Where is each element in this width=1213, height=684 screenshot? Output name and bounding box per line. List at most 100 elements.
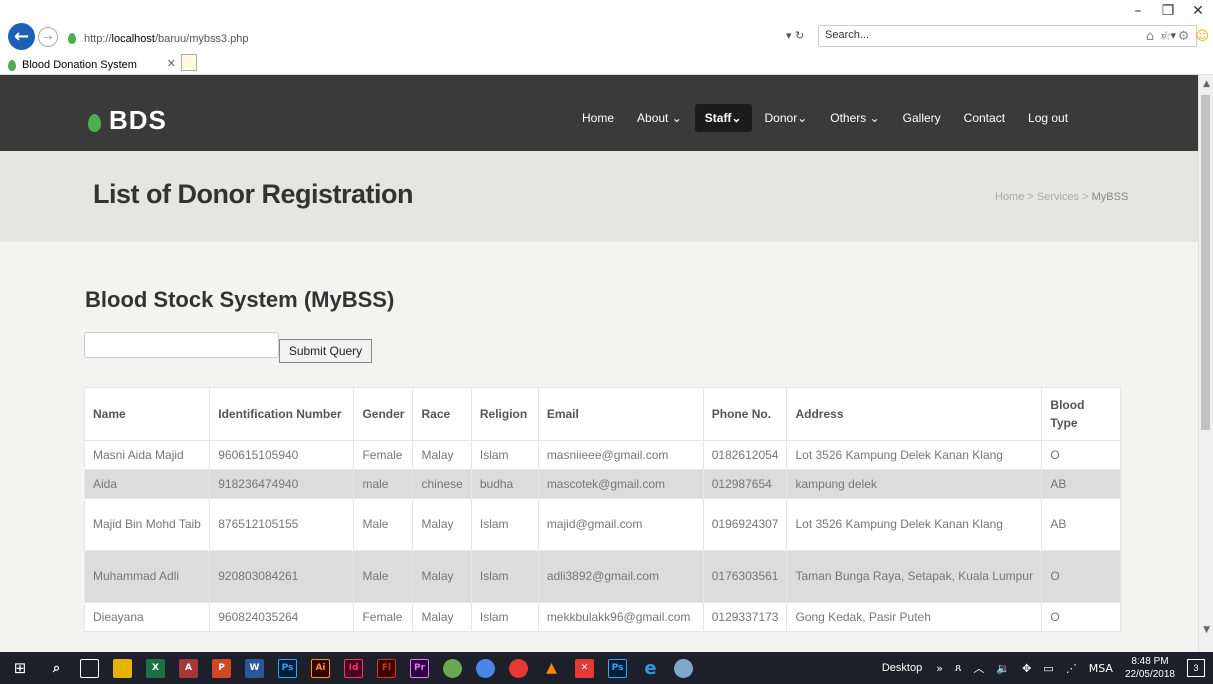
nav-donor[interactable]: Donor⌄	[755, 104, 818, 132]
dropbox-icon[interactable]: ✥	[1022, 662, 1031, 675]
file-explorer-icon[interactable]	[113, 658, 132, 678]
app-icon[interactable]: ✕	[575, 658, 594, 678]
flash-icon[interactable]: Fl	[377, 658, 396, 678]
page-scrollbar[interactable]: ▲ ▼	[1198, 75, 1213, 652]
cell-name: Dieayana	[83, 602, 211, 632]
forward-arrow-icon[interactable]: →	[38, 27, 58, 47]
tray-up-arrow-icon[interactable]: ︿	[973, 660, 984, 676]
taskbar-search-icon[interactable]: ⌕	[47, 659, 66, 678]
favorites-star-icon[interactable]: ☆	[1160, 29, 1172, 44]
cell-name: Majid Bin Mohd Taib	[83, 498, 211, 551]
wifi-icon[interactable]: ⋰	[1066, 662, 1077, 675]
page-viewport: BDS Home About ⌄ Staff⌄ Donor⌄ Others ⌄ …	[0, 75, 1213, 652]
url-path: /baruu/mybss3.php	[154, 32, 249, 45]
nav-others[interactable]: Others ⌄	[820, 104, 889, 132]
scrollbar-thumb[interactable]	[1201, 95, 1210, 430]
word-icon[interactable]: W	[245, 658, 264, 678]
submit-query-button[interactable]: Submit Query	[279, 339, 372, 363]
cell-id: 920803084261	[209, 550, 355, 603]
vlc-icon[interactable]: ▲	[542, 659, 561, 678]
internet-explorer-icon[interactable]: e	[641, 658, 660, 679]
tab-close-icon[interactable]: ✕	[167, 57, 176, 70]
tab-title: Blood Donation System	[22, 59, 137, 71]
cell-email: adli3892@gmail.com	[537, 550, 704, 603]
cell-blood-type: O	[1041, 550, 1121, 603]
breadcrumb-separator: >	[1079, 191, 1092, 203]
cell-phone: 012987654	[702, 469, 788, 499]
battery-icon[interactable]: ▭	[1043, 662, 1053, 675]
cell-gender: Female	[353, 440, 414, 470]
scroll-down-icon[interactable]: ▼	[1203, 625, 1210, 635]
nav-gallery[interactable]: Gallery	[893, 104, 951, 132]
site-logo[interactable]: BDS	[88, 105, 167, 136]
breadcrumb-services[interactable]: Services	[1037, 191, 1079, 203]
task-view-icon[interactable]	[80, 658, 99, 678]
app-icon[interactable]	[443, 658, 462, 678]
desktop-toolbar[interactable]: Desktop	[882, 662, 922, 674]
premiere-icon[interactable]: Pr	[410, 658, 429, 678]
page-banner: List of Donor Registration Home > Servic…	[0, 151, 1198, 242]
browser-tab[interactable]: Blood Donation System ✕	[8, 55, 194, 75]
photoshop-icon[interactable]: Ps	[608, 658, 627, 678]
refresh-icon[interactable]: ▾ ↻	[786, 29, 804, 42]
site-navbar: BDS Home About ⌄ Staff⌄ Donor⌄ Others ⌄ …	[0, 75, 1198, 151]
indesign-icon[interactable]: Id	[344, 658, 363, 678]
scroll-up-icon[interactable]: ▲	[1203, 79, 1210, 89]
cell-religion: Islam	[470, 498, 539, 551]
minimize-icon[interactable]: –	[1123, 0, 1153, 22]
nav-logout[interactable]: Log out	[1018, 104, 1078, 132]
volume-icon[interactable]: 🔉	[996, 662, 1010, 675]
notification-center-icon[interactable]: 3	[1187, 659, 1205, 677]
cell-email: mekkbulakk96@gmail.com	[537, 602, 704, 632]
address-bar[interactable]: http://localhost/baruu/mybss3.php	[68, 29, 813, 48]
cell-gender: Male	[353, 550, 414, 603]
powerpoint-icon[interactable]: P	[212, 658, 231, 678]
chrome-icon[interactable]	[509, 658, 528, 678]
back-arrow-icon[interactable]: ←	[8, 23, 35, 50]
home-icon[interactable]: ⌂	[1146, 29, 1154, 44]
column-header-race: Race	[412, 387, 472, 441]
system-tray: Desktop » ጸ ︿ 🔉 ✥ ▭ ⋰ MSA 8:48 PM 22/05/…	[882, 652, 1213, 684]
illustrator-icon[interactable]: Ai	[311, 658, 330, 678]
taskbar-clock[interactable]: 8:48 PM 22/05/2018	[1125, 655, 1175, 681]
cell-religion: Islam	[470, 602, 539, 632]
cell-email: mascotek@gmail.com	[537, 469, 704, 499]
breadcrumb-home[interactable]: Home	[995, 191, 1024, 203]
access-icon[interactable]: A	[179, 658, 198, 678]
cell-name: Masni Aida Majid	[83, 440, 211, 470]
donor-search-input[interactable]	[84, 332, 279, 358]
feedback-smiley-icon[interactable]: ☺	[1195, 29, 1209, 44]
cell-phone: 0196924307	[702, 498, 788, 551]
new-tab-icon[interactable]	[181, 54, 197, 71]
cell-id: 960824035264	[209, 602, 355, 632]
start-windows-icon[interactable]: ⊞	[0, 652, 40, 684]
excel-icon[interactable]: X	[146, 658, 165, 678]
tab-strip: Blood Donation System ✕	[0, 52, 1213, 75]
photoshop-icon[interactable]: Ps	[278, 658, 297, 678]
overflow-chevron-icon[interactable]: »	[936, 662, 943, 675]
tab-favicon-icon	[8, 59, 16, 71]
url-prefix: http://	[84, 32, 112, 45]
nav-home[interactable]: Home	[572, 104, 624, 132]
people-icon[interactable]: ጸ	[955, 661, 961, 675]
table-header-row: Name Identification Number Gender Race R…	[83, 387, 1121, 441]
cell-phone: 0176303561	[702, 550, 788, 603]
app-icon[interactable]	[674, 658, 693, 678]
settings-gear-icon[interactable]: ⚙	[1178, 29, 1190, 44]
donor-table: Name Identification Number Gender Race R…	[83, 387, 1121, 632]
browser-search-box[interactable]: Search... ⌕ ▾	[818, 25, 1197, 47]
restore-icon[interactable]: ❐	[1153, 0, 1183, 22]
cell-blood-type: O	[1041, 602, 1121, 632]
nav-contact[interactable]: Contact	[954, 104, 1015, 132]
close-icon[interactable]: ✕	[1183, 0, 1213, 22]
cell-blood-type: AB	[1041, 469, 1121, 499]
cell-race: Malay	[412, 498, 472, 551]
cell-race: Malay	[412, 602, 472, 632]
cell-name: Aida	[83, 469, 211, 499]
app-icon[interactable]	[476, 658, 495, 678]
table-row: Aida 918236474940 male chinese budha mas…	[83, 469, 1121, 499]
nav-about[interactable]: About ⌄	[627, 104, 692, 132]
nav-staff[interactable]: Staff⌄	[694, 104, 752, 132]
language-indicator[interactable]: MSA	[1089, 662, 1113, 675]
cell-name: Muhammad Adli	[83, 550, 211, 603]
